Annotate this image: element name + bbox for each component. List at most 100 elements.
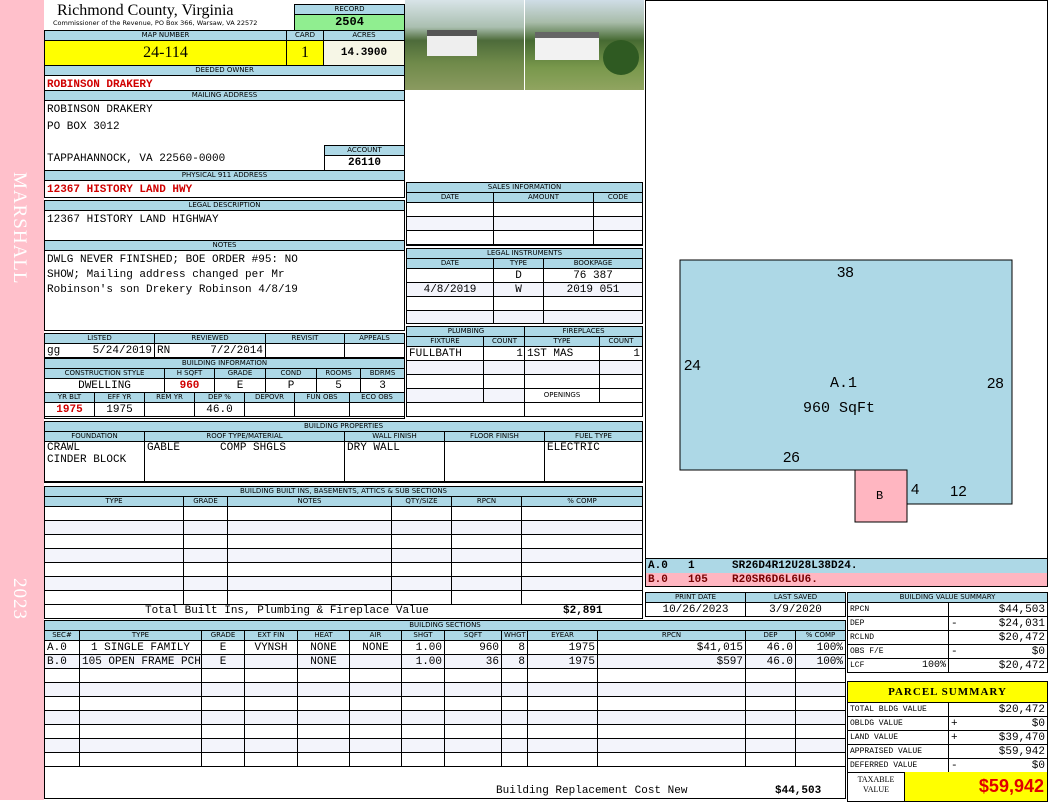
cell (349, 682, 402, 697)
section-row (45, 724, 845, 739)
column-header: ROOF TYPE/MATERIAL (144, 431, 345, 442)
label: LCF (850, 660, 865, 670)
cell: 8 (501, 640, 528, 655)
cell (45, 576, 184, 591)
summary-amount: - $0 (948, 758, 1048, 773)
sign: - (951, 759, 958, 772)
map-number: 24-114 (44, 40, 287, 66)
last-saved-label: LAST SAVED (745, 592, 846, 603)
cell (795, 668, 845, 683)
record-box: RECORD 2504 (294, 4, 405, 31)
cell (501, 752, 528, 767)
value-label: OBS F/E (847, 644, 949, 659)
cell: 105 OPEN FRAME PCH (79, 654, 202, 669)
dim-bottom: 26 (783, 449, 800, 466)
sign: + (951, 731, 958, 744)
instrument-row (407, 296, 642, 311)
cell (407, 230, 494, 245)
cell (527, 682, 598, 697)
cell (227, 562, 392, 577)
legal-instruments: LEGAL INSTRUMENTS DATE TYPE BOOKPAGE D 76 38… (406, 248, 643, 324)
label: RCLND (850, 632, 875, 642)
cell (795, 724, 845, 739)
building-value-summary: BUILDING VALUE SUMMARY RPCN $44,503 DEP - $2… (847, 592, 1048, 673)
building-info-value (144, 402, 195, 417)
wall-finish: DRY WALL (344, 441, 445, 482)
column-header: TYPE (493, 258, 544, 269)
cell: W (493, 282, 544, 297)
column-header: YR BLT (45, 392, 95, 403)
cell (501, 738, 528, 753)
column-header: RPCN (451, 496, 522, 507)
cell (493, 202, 594, 217)
column-header: FOUNDATION (45, 431, 145, 442)
sign: - (951, 617, 958, 630)
cell (349, 752, 402, 767)
cell (407, 268, 494, 283)
cell (201, 738, 245, 753)
cell (401, 724, 445, 739)
replacement-cost-label: Building Replacement Cost New (496, 785, 688, 797)
cell (227, 534, 392, 549)
sales-row (407, 202, 642, 217)
cell (45, 752, 80, 767)
instrument-row: D 76 387 (407, 268, 642, 283)
cell (593, 202, 642, 217)
cell (45, 534, 184, 549)
section-a-label: A.1 (830, 375, 857, 392)
notes-label: NOTES (45, 241, 404, 251)
summary-label: OBLDG VALUE (847, 716, 949, 731)
parcel-summary-row: APPRAISED VALUE $59,942 (847, 744, 1048, 759)
fireplaces: FIREPLACES TYPE COUNT 1ST MAS 1 OPENINGS (524, 326, 643, 417)
builtin-row (45, 520, 642, 535)
cell (444, 710, 502, 725)
column-header: DEPOVR (244, 392, 295, 403)
cell (501, 710, 528, 725)
cell (391, 562, 452, 577)
amount: $59,942 (998, 745, 1045, 758)
column-header: % COMP (795, 630, 845, 641)
cell: $41,015 (597, 640, 746, 655)
plumbing: PLUMBING FIXTURE COUNT FULLBATH 1 (406, 326, 525, 417)
cell (183, 562, 228, 577)
taxable-row: TAXABLE VALUE $59,942 (848, 772, 1047, 801)
cell (183, 576, 228, 591)
cell: $597 (597, 654, 746, 669)
cell: A.0 (45, 640, 80, 655)
cell (597, 696, 746, 711)
district-label: MARSHALL (9, 172, 30, 285)
cell (297, 710, 350, 725)
appeals-label: APPEALS (344, 333, 405, 344)
cell (451, 562, 522, 577)
building-info-value: E (214, 378, 266, 393)
cell (451, 506, 522, 521)
property-photo-1[interactable] (405, 0, 524, 90)
cell (79, 738, 202, 753)
cell (244, 752, 298, 767)
builtin-row (45, 548, 642, 563)
cell (391, 576, 452, 591)
column-header: REM YR (144, 392, 195, 403)
sketch-list-row[interactable]: A.0 1 SR26D4R12U28L38D24. (645, 559, 1048, 573)
cell (45, 682, 80, 697)
cell (521, 548, 642, 563)
cell (493, 296, 544, 311)
parcel-ids: MAP NUMBER CARD ACRES 24-114 1 14.3900 (44, 30, 405, 66)
value-amount: $20,472 (948, 658, 1048, 673)
account-number: 26110 (347, 157, 381, 169)
cell (521, 562, 642, 577)
column-header: GRADE (201, 630, 245, 641)
value-summary-row: DEP - $24,031 (847, 616, 1048, 631)
cell (201, 668, 245, 683)
cell: 76 387 (543, 268, 642, 283)
cell (201, 696, 245, 711)
builtins-total-label: Total Built Ins, Plumbing & Fireplace Va… (145, 605, 429, 617)
cell (79, 682, 202, 697)
listed-reviewed: LISTED REVIEWED REVISIT APPEALS gg 5/24/2019… (44, 333, 405, 358)
property-photo-2[interactable] (525, 0, 644, 90)
cell (745, 724, 796, 739)
sketch-list-row[interactable]: B.0 105 R20SR6D6L6U6. (645, 573, 1048, 587)
sketch-area[interactable]: 38 24 28 26 4 12 A.1 960 SqFt B (645, 0, 1048, 559)
column-header: ROOMS (316, 368, 361, 379)
amount: $0 (1031, 645, 1045, 658)
